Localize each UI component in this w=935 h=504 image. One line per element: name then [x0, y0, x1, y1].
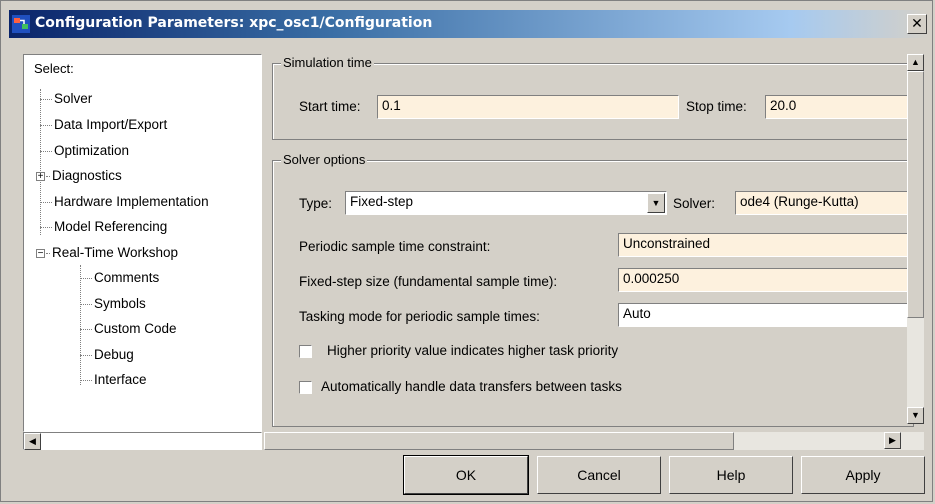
tree-item-label: Real-Time Workshop	[52, 245, 179, 260]
arrow-right-icon: ▶	[889, 435, 896, 445]
select-label: Select:	[34, 61, 74, 76]
tree-item-real-time-workshop[interactable]: − Real-Time Workshop	[36, 245, 178, 260]
solver-dropdown[interactable]: ode4 (Runge-Kutta)	[735, 191, 915, 215]
arrow-down-icon: ▼	[911, 410, 920, 420]
select-tree[interactable]: Select: Solver Data Import/Export Optimi…	[23, 54, 262, 432]
tree-item-label: Debug	[94, 347, 134, 362]
tree-horizontal-scrollbar[interactable]: ◀	[23, 432, 262, 450]
tree-item-data-import-export[interactable]: Data Import/Export	[40, 117, 167, 132]
stop-time-input[interactable]: 20.0	[765, 95, 915, 119]
window-title: Configuration Parameters: xpc_osc1/Confi…	[35, 15, 433, 31]
scroll-right-button[interactable]: ▶	[884, 432, 901, 449]
close-button[interactable]: ✕	[907, 14, 927, 34]
auto-data-transfer-checkbox[interactable]	[299, 381, 312, 394]
simulation-time-group: Simulation time Start time: 0.1 Stop tim…	[272, 55, 915, 140]
expand-icon[interactable]: +	[36, 171, 45, 181]
tree-item-diagnostics[interactable]: + Diagnostics	[36, 168, 122, 183]
scroll-down-button[interactable]: ▼	[907, 407, 924, 424]
chevron-down-icon[interactable]: ▼	[647, 193, 665, 213]
start-time-input[interactable]: 0.1	[377, 95, 679, 119]
scroll-up-button[interactable]: ▲	[907, 54, 924, 71]
tree-item-label: Custom Code	[94, 321, 177, 336]
help-button[interactable]: Help	[669, 456, 793, 494]
type-dropdown[interactable]: Fixed-step ▼	[345, 191, 667, 215]
tasking-mode-label: Tasking mode for periodic sample times:	[299, 309, 540, 324]
tree-item-label: Data Import/Export	[54, 117, 168, 132]
solver-options-group: Solver options Type: Fixed-step ▼ Solver…	[272, 152, 915, 427]
tree-item-label: Symbols	[94, 296, 146, 311]
fixed-step-size-label: Fixed-step size (fundamental sample time…	[299, 274, 558, 289]
simulink-model-icon	[12, 15, 30, 33]
tree-item-label: Optimization	[54, 143, 130, 158]
settings-panel: Simulation time Start time: 0.1 Stop tim…	[264, 54, 915, 427]
group-title: Solver options	[281, 152, 368, 167]
tree-item-label: Diagnostics	[52, 168, 122, 183]
panel-vertical-scrollbar[interactable]: ▲ ▼	[907, 54, 924, 424]
tree-item-label: Model Referencing	[54, 219, 168, 234]
auto-data-transfer-label: Automatically handle data transfers betw…	[321, 379, 622, 394]
apply-button[interactable]: Apply	[801, 456, 925, 494]
collapse-icon[interactable]: −	[36, 248, 45, 258]
tree-item-hardware-implementation[interactable]: Hardware Implementation	[40, 194, 209, 209]
tree-item-label: Comments	[94, 270, 160, 285]
tree-item-optimization[interactable]: Optimization	[40, 143, 129, 158]
solver-label: Solver:	[673, 196, 716, 211]
group-title: Simulation time	[281, 55, 374, 70]
config-dialog: Configuration Parameters: xpc_osc1/Confi…	[0, 0, 933, 502]
tasking-mode-dropdown[interactable]: Auto	[618, 303, 915, 327]
tree-item-model-referencing[interactable]: Model Referencing	[40, 219, 167, 234]
periodic-constraint-dropdown[interactable]: Unconstrained	[618, 233, 915, 257]
vertical-scroll-thumb[interactable]	[907, 71, 924, 318]
tree-connector	[40, 89, 41, 235]
close-icon: ✕	[911, 16, 923, 32]
scroll-left-button[interactable]: ◀	[24, 433, 41, 450]
fixed-step-size-input[interactable]: 0.000250	[618, 268, 915, 292]
tree-item-custom-code[interactable]: Custom Code	[80, 321, 177, 336]
cancel-button[interactable]: Cancel	[537, 456, 661, 494]
horizontal-scroll-thumb[interactable]	[264, 432, 734, 450]
tree-item-comments[interactable]: Comments	[80, 270, 159, 285]
title-bar[interactable]: Configuration Parameters: xpc_osc1/Confi…	[9, 10, 929, 38]
higher-priority-label: Higher priority value indicates higher t…	[327, 343, 619, 358]
tree-item-debug[interactable]: Debug	[80, 347, 134, 362]
panel-horizontal-scrollbar[interactable]: ▶	[264, 432, 924, 450]
start-time-label: Start time:	[299, 99, 361, 114]
tree-item-solver[interactable]: Solver	[40, 91, 92, 106]
tree-item-label: Solver	[54, 91, 93, 106]
periodic-constraint-label: Periodic sample time constraint:	[299, 239, 491, 254]
ok-button[interactable]: OK	[403, 455, 529, 495]
type-label: Type:	[299, 196, 333, 211]
tree-item-symbols[interactable]: Symbols	[80, 296, 146, 311]
tree-item-label: Hardware Implementation	[54, 194, 209, 209]
tree-item-label: Interface	[94, 372, 147, 387]
stop-time-label: Stop time:	[686, 99, 747, 114]
higher-priority-checkbox[interactable]	[299, 345, 312, 358]
arrow-up-icon: ▲	[911, 57, 920, 67]
arrow-left-icon: ◀	[29, 436, 36, 446]
tree-item-interface[interactable]: Interface	[80, 372, 147, 387]
type-value: Fixed-step	[350, 194, 414, 209]
